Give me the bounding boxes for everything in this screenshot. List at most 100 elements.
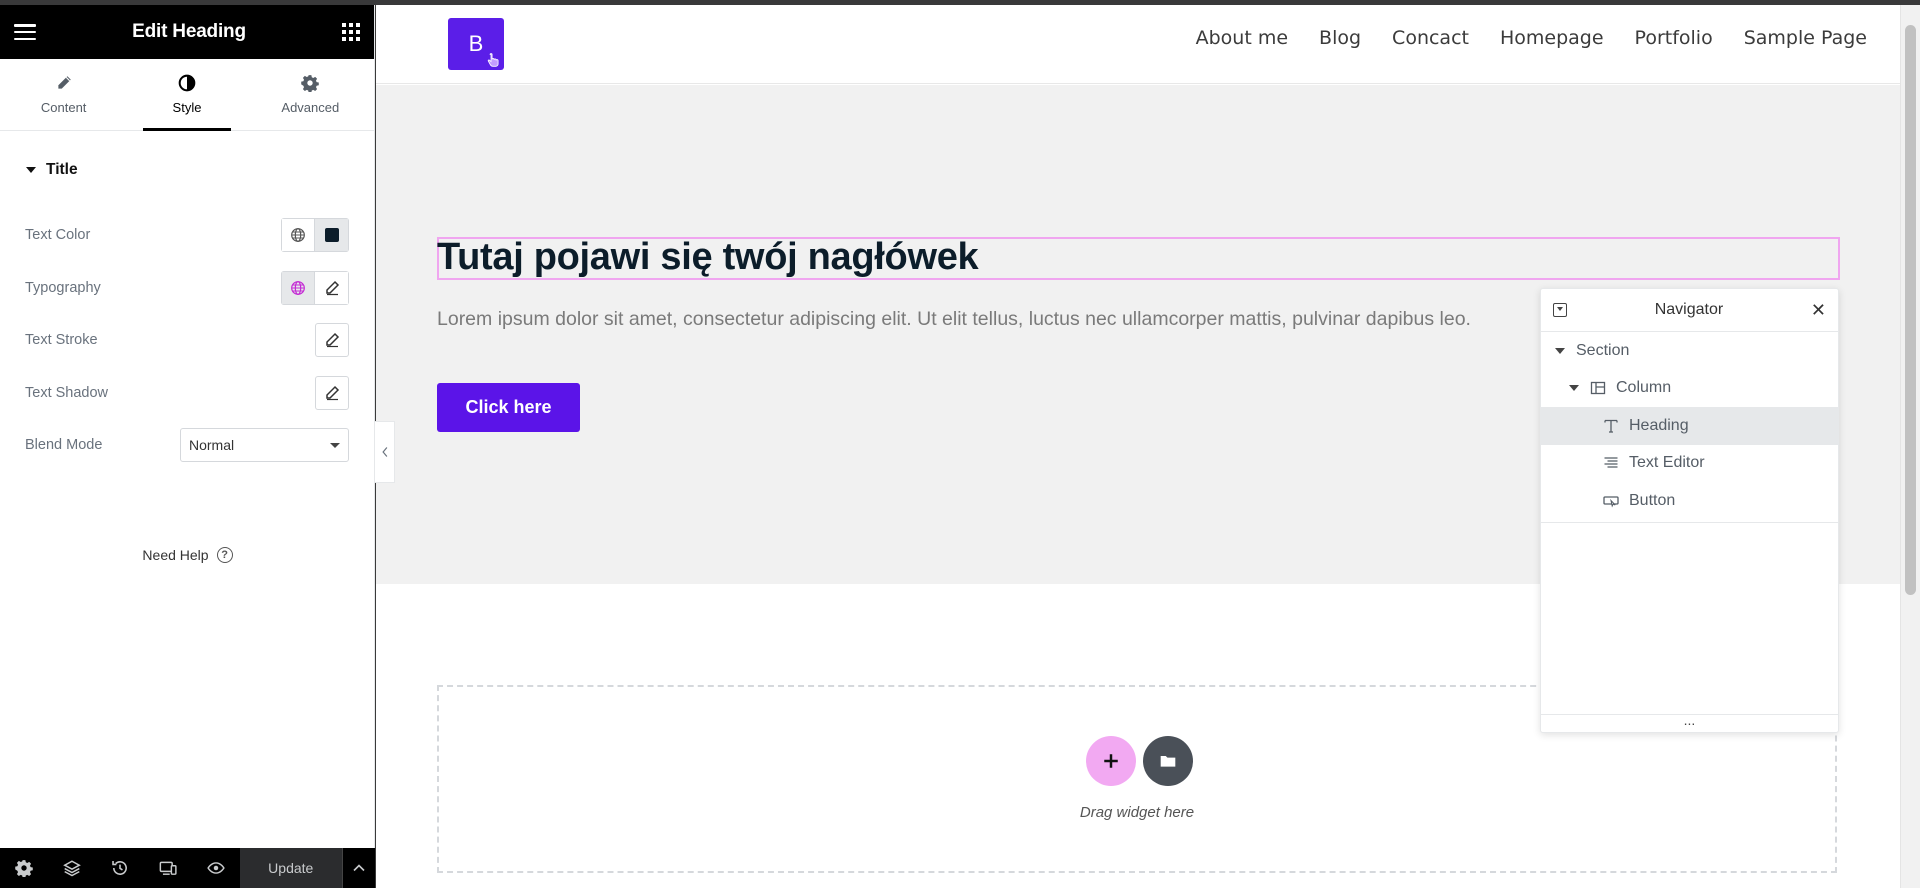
preview-button[interactable] [192, 848, 240, 888]
nav-link-about-me[interactable]: About me [1196, 27, 1288, 49]
navigator-tree: Section Column Heading Text Editor Butto… [1541, 332, 1838, 523]
navigator-item-section[interactable]: Section [1541, 332, 1838, 370]
pencil-icon [325, 280, 339, 295]
devices-icon [159, 861, 177, 875]
navigator-header[interactable]: Navigator ✕ [1541, 289, 1838, 332]
layers-icon [63, 860, 81, 877]
page-heading[interactable]: Tutaj pojawi się twój nagłówek [437, 236, 979, 279]
navigator-title: Navigator [1654, 301, 1724, 318]
chevron-down-icon [330, 442, 340, 448]
navigator-item-button[interactable]: Button [1541, 482, 1838, 520]
need-help-link[interactable]: Need Help ? [0, 547, 375, 563]
tab-content-label: Content [40, 100, 87, 115]
click-here-label: Click here [465, 397, 552, 417]
gear-icon [15, 860, 33, 877]
drag-widget-hint: Drag widget here [1079, 804, 1195, 821]
navigator-item-text-editor[interactable]: Text Editor [1541, 445, 1838, 483]
pencil-icon [58, 76, 71, 89]
navigator-item-heading[interactable]: Heading [1541, 407, 1838, 445]
caret-down-icon [1569, 385, 1579, 392]
color-picker-button[interactable] [315, 218, 349, 253]
gear-icon [301, 75, 320, 92]
navigator-item-label: Text Editor [1629, 454, 1705, 472]
nav-link-contact[interactable]: Concact [1392, 27, 1469, 49]
scrollbar-thumb[interactable] [1905, 25, 1916, 595]
button-icon [1603, 496, 1619, 508]
site-nav: About me Blog Concact Homepage Portfolio… [1196, 27, 1867, 49]
edit-typography-button[interactable] [315, 270, 349, 305]
update-label: Update [268, 860, 314, 876]
control-typography: Typography [0, 262, 374, 315]
navigator-item-label: Section [1576, 341, 1630, 359]
responsive-mode-button[interactable] [144, 848, 192, 888]
update-button[interactable]: Update [239, 848, 342, 888]
edit-text-stroke-button[interactable] [315, 323, 349, 358]
text-stroke-label: Text Stroke [25, 332, 98, 349]
pencil-icon [326, 385, 340, 400]
text-color-label: Text Color [25, 227, 91, 244]
collapse-all-icon[interactable] [1553, 303, 1567, 317]
panel-tabs: Content Style Advanced [0, 59, 374, 131]
tab-advanced[interactable]: Advanced [249, 59, 372, 130]
blend-mode-value: Normal [189, 437, 235, 454]
typography-label: Typography [25, 279, 101, 296]
tab-style-label: Style [172, 100, 202, 115]
section-title-label: Title [46, 161, 78, 178]
navigator-item-label: Button [1629, 491, 1676, 509]
panel-title: Edit Heading [132, 21, 246, 42]
add-template-button[interactable] [1143, 736, 1193, 786]
globe-icon [291, 280, 305, 295]
column-icon [1590, 382, 1606, 395]
navigator-button[interactable] [48, 848, 96, 888]
contrast-icon [178, 74, 196, 92]
navigator-item-label: Column [1616, 379, 1672, 397]
chevron-up-icon [353, 864, 365, 872]
click-here-button[interactable]: Click here [437, 383, 580, 432]
global-colors-button[interactable] [281, 218, 315, 253]
control-text-stroke: Text Stroke [0, 314, 374, 367]
tab-style[interactable]: Style [125, 59, 248, 131]
panel-footer: Update [0, 848, 375, 888]
save-options-button[interactable] [341, 848, 375, 888]
nav-link-blog[interactable]: Blog [1319, 27, 1361, 49]
nav-link-homepage[interactable]: Homepage [1500, 27, 1604, 49]
global-typography-button[interactable] [281, 270, 315, 305]
caret-down-icon [26, 167, 36, 173]
hero-paragraph[interactable]: Lorem ipsum dolor sit amet, consectetur … [437, 308, 1471, 331]
plus-icon [1104, 754, 1118, 768]
eye-icon [207, 862, 225, 874]
control-text-color: Text Color [0, 209, 374, 262]
add-section-button[interactable] [1086, 736, 1136, 786]
navigator-item-label: Heading [1629, 416, 1689, 434]
folder-icon [1160, 755, 1176, 767]
section-title-toggle[interactable]: Title [0, 131, 374, 209]
hand-pointer-icon [487, 53, 499, 67]
widgets-grid-icon[interactable] [342, 23, 360, 41]
navigator-resize-handle[interactable]: ... [1541, 713, 1838, 732]
close-icon[interactable]: ✕ [1811, 301, 1826, 319]
history-button[interactable] [96, 848, 144, 888]
menu-hamburger-icon[interactable] [14, 24, 36, 40]
tab-content[interactable]: Content [2, 59, 125, 130]
panel-header: Edit Heading [0, 5, 374, 59]
navigator-item-column[interactable]: Column [1541, 370, 1838, 408]
heading-icon [1604, 419, 1618, 433]
help-icon: ? [216, 547, 233, 563]
editor-panel: Edit Heading Content Style Advanced Titl… [0, 5, 375, 888]
text-editor-icon [1604, 457, 1618, 468]
site-logo[interactable]: B [448, 18, 504, 70]
nav-link-sample-page[interactable]: Sample Page [1744, 27, 1867, 49]
preview-scrollbar[interactable] [1900, 5, 1920, 888]
nav-link-portfolio[interactable]: Portfolio [1635, 27, 1713, 49]
control-text-shadow: Text Shadow [0, 367, 374, 420]
blend-mode-label: Blend Mode [25, 437, 103, 454]
globe-icon [291, 228, 305, 243]
blend-mode-select[interactable]: Normal [180, 428, 349, 463]
logo-letter: B [468, 31, 484, 56]
color-swatch [324, 228, 339, 243]
dropzone-buttons [1086, 736, 1193, 786]
edit-text-shadow-button[interactable] [315, 375, 349, 410]
text-shadow-label: Text Shadow [25, 384, 109, 401]
collapse-panel-button[interactable] [375, 421, 395, 483]
settings-button[interactable] [0, 848, 48, 888]
